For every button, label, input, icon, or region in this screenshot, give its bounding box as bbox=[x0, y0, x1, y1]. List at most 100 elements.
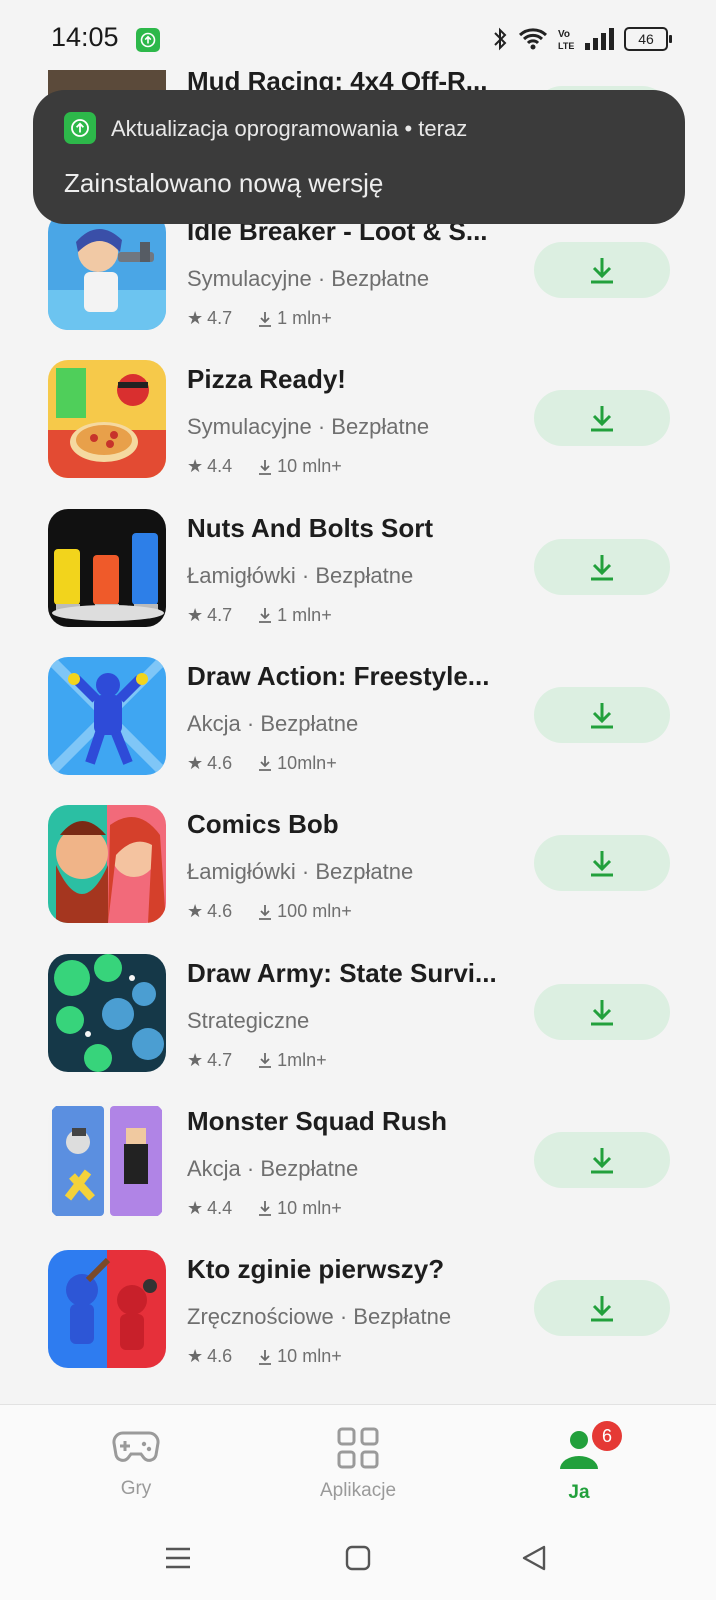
nav-label-games: Gry bbox=[120, 1478, 152, 1499]
app-update-icon bbox=[136, 28, 160, 52]
signal-icon bbox=[585, 28, 614, 50]
app-meta: ★ 4.6 10mln+ bbox=[187, 753, 337, 774]
app-downloads: 10 mln+ bbox=[277, 1346, 342, 1367]
app-icon[interactable] bbox=[48, 212, 166, 330]
download-button[interactable] bbox=[534, 835, 670, 892]
list-item[interactable]: Pizza Ready! Symulacyjne · Bezpłatne ★ 4.4 1… bbox=[0, 360, 716, 510]
app-rating: 4.6 bbox=[207, 1346, 233, 1367]
app-downloads: 1 mln+ bbox=[277, 604, 332, 625]
app-rating: 4.4 bbox=[207, 456, 233, 477]
download-icon bbox=[591, 851, 613, 877]
app-rating: 4.7 bbox=[207, 1049, 233, 1070]
star-icon: ★ bbox=[187, 752, 204, 773]
download-button[interactable] bbox=[534, 686, 670, 743]
notification-badge: 6 bbox=[592, 1421, 622, 1451]
list-item[interactable]: Kto zginie pierwszy? Zręcznościowe · Bezp… bbox=[0, 1250, 716, 1400]
app-update-icon bbox=[64, 112, 96, 144]
app-title: Pizza Ready! bbox=[187, 364, 346, 395]
nav-label-me: Ja bbox=[568, 1482, 590, 1503]
app-icon[interactable] bbox=[48, 805, 166, 924]
app-category: Łamigłówki · Bezpłatne bbox=[187, 562, 414, 588]
nav-item-games[interactable]: Gry bbox=[66, 1427, 206, 1500]
download-button[interactable] bbox=[534, 1280, 670, 1337]
app-category: Symulacyjne · Bezpłatne bbox=[187, 266, 430, 291]
download-icon bbox=[591, 406, 613, 432]
download-button[interactable] bbox=[534, 538, 670, 595]
app-icon[interactable] bbox=[48, 1250, 166, 1369]
download-icon bbox=[591, 999, 613, 1025]
list-item[interactable]: Draw Action: Freestyle... Akcja · Bezpłat… bbox=[0, 656, 716, 807]
app-rating: 4.7 bbox=[207, 604, 233, 625]
download-button[interactable] bbox=[534, 390, 670, 447]
app-downloads: 1mln+ bbox=[277, 1049, 327, 1070]
app-icon[interactable] bbox=[48, 508, 166, 627]
app-icon[interactable] bbox=[48, 1101, 166, 1220]
download-icon bbox=[591, 1296, 613, 1322]
app-category: Łamigłówki · Bezpłatne bbox=[187, 859, 414, 885]
download-icon bbox=[591, 702, 613, 729]
app-downloads: 1 mln+ bbox=[277, 308, 332, 328]
app-icon[interactable] bbox=[48, 656, 166, 775]
download-count-icon bbox=[258, 1349, 272, 1365]
volte-icon: VoLTE bbox=[558, 29, 574, 51]
download-count-icon bbox=[258, 1200, 272, 1217]
app-meta: ★ 4.6 100 mln+ bbox=[187, 901, 352, 922]
home-icon[interactable] bbox=[344, 1544, 372, 1572]
app-downloads: 10 mln+ bbox=[277, 1197, 342, 1218]
app-icon[interactable] bbox=[48, 360, 166, 479]
download-count-icon bbox=[258, 755, 272, 772]
app-rating: 4.7 bbox=[207, 308, 233, 328]
app-meta: ★ 4.4 10 mln+ bbox=[187, 456, 342, 477]
download-button[interactable] bbox=[534, 1131, 670, 1188]
app-title: Draw Action: Freestyle... bbox=[187, 660, 490, 691]
app-category: Akcja · Bezpłatne bbox=[187, 710, 359, 736]
app-rating: 4.6 bbox=[207, 901, 233, 922]
wifi-icon bbox=[518, 28, 548, 50]
gamepad-icon bbox=[112, 1431, 160, 1462]
download-count-icon bbox=[258, 607, 272, 623]
notification-message: Zainstalowano nową wersję bbox=[64, 168, 384, 198]
nav-item-apps[interactable]: Aplikacje bbox=[288, 1427, 428, 1502]
download-button[interactable] bbox=[534, 983, 670, 1040]
download-count-icon bbox=[258, 459, 272, 475]
star-icon: ★ bbox=[187, 308, 204, 328]
apps-grid-icon bbox=[337, 1427, 379, 1469]
app-category: Symulacyjne · Bezpłatne bbox=[187, 414, 430, 440]
notification-source: Aktualizacja oprogramowania • teraz bbox=[111, 116, 468, 141]
system-icons: Vo LTE 46 bbox=[492, 26, 672, 52]
download-icon bbox=[591, 554, 613, 581]
app-title: Comics Bob bbox=[187, 809, 339, 840]
app-downloads: 100 mln+ bbox=[277, 901, 352, 922]
nav-item-me[interactable]: 6 Ja bbox=[509, 1421, 649, 1504]
app-meta: ★ 4.6 10 mln+ bbox=[187, 1346, 342, 1367]
app-category: Strategiczne bbox=[187, 1007, 310, 1033]
svg-text:LTE: LTE bbox=[558, 41, 574, 51]
nav-label-apps: Aplikacje bbox=[319, 1480, 397, 1501]
app-rating: 4.4 bbox=[207, 1197, 233, 1218]
star-icon: ★ bbox=[187, 901, 204, 922]
download-icon bbox=[591, 1147, 613, 1174]
app-category: Zręcznościowe · Bezpłatne bbox=[187, 1304, 452, 1330]
list-item[interactable]: Monster Squad Rush Akcja · Bezpłatne ★ 4.4 1… bbox=[0, 1101, 716, 1252]
app-rating: 4.6 bbox=[207, 752, 233, 773]
app-meta: ★ 4.7 1 mln+ bbox=[187, 308, 332, 329]
download-button[interactable] bbox=[534, 242, 670, 298]
app-meta: ★ 4.7 1 mln+ bbox=[187, 605, 332, 626]
list-item[interactable]: Comics Bob Łamigłówki · Bezpłatne ★ 4.6 100 … bbox=[0, 805, 716, 955]
app-icon[interactable] bbox=[48, 953, 166, 1072]
app-title: Kto zginie pierwszy? bbox=[187, 1254, 445, 1285]
back-icon[interactable] bbox=[520, 1544, 548, 1572]
menu-icon[interactable] bbox=[164, 1544, 192, 1572]
list-item[interactable]: Idle Breaker - Loot & S... Symulacyjne · … bbox=[0, 212, 716, 362]
star-icon: ★ bbox=[187, 604, 204, 625]
app-title: Nuts And Bolts Sort bbox=[187, 512, 434, 543]
notification-toast[interactable]: Aktualizacja oprogramowania • teraz Zain… bbox=[33, 90, 685, 224]
svg-text:Vo: Vo bbox=[558, 29, 570, 40]
app-meta: ★ 4.4 10 mln+ bbox=[187, 1198, 342, 1219]
list-item[interactable]: Draw Army: State Survi... Strategiczne ★ 4.… bbox=[0, 953, 716, 1104]
list-item[interactable]: Nuts And Bolts Sort Łamigłówki · Bezpłatn… bbox=[0, 508, 716, 659]
battery-icon: 46 bbox=[624, 27, 672, 51]
app-downloads: 10 mln+ bbox=[277, 456, 342, 477]
system-navigation-bar bbox=[0, 1530, 716, 1600]
app-meta: ★ 4.7 1mln+ bbox=[187, 1050, 327, 1071]
